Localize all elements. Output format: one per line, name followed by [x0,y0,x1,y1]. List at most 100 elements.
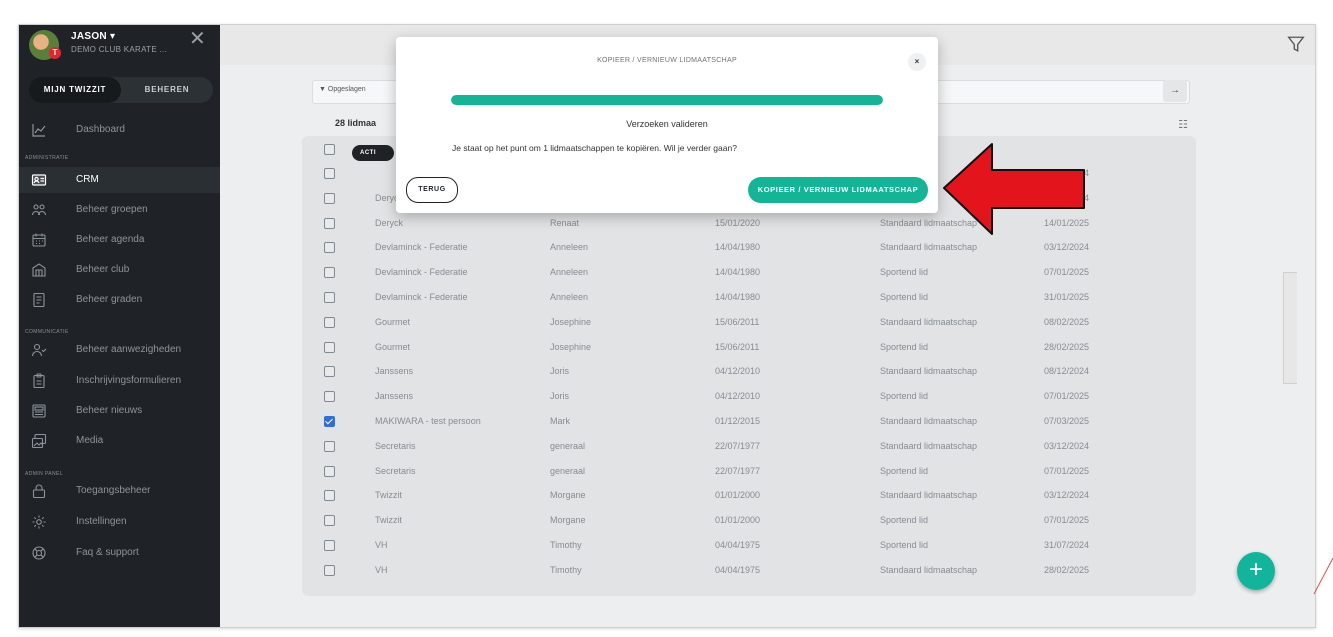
birthdate-cell: 14/04/1980 [715,292,761,302]
tab-mijn-twizzit[interactable]: MIJN TWIZZIT [29,77,121,103]
first-name-cell: Anneleen [550,242,589,253]
table-row[interactable]: Devlaminck - Federatie Anneleen 14/04/1980… [302,260,1196,285]
confirm-question: Je staat op het punt om 1 lidmaatschappe… [452,143,737,153]
row-checkbox[interactable] [324,217,335,229]
first-name-cell: Timothy [550,564,582,575]
close-icon[interactable]: ✕ [189,29,206,49]
row-checkbox[interactable] [324,366,335,378]
membership-type-cell: Sportend lid [880,341,929,352]
table-row[interactable]: VH Timothy 04/04/1975 Standaard lidmaatscha… [302,558,1196,583]
club-name[interactable]: DEMO CLUB KARATE ... [71,45,167,54]
first-name-cell: Joris [550,366,570,377]
images-icon [31,433,47,449]
section-administratie: ADMINISTRATIE [25,155,69,161]
sidebar-item-inschrijvingsformulieren[interactable]: Inschrijvingsformulieren [19,368,220,394]
birthdate-cell: 14/04/1980 [715,242,761,253]
id-card-icon [31,172,47,188]
sidebar-item-beheer-groepen[interactable]: Beheer groepen [19,197,220,223]
row-checkbox[interactable] [324,391,335,403]
end-date-cell: 31/07/2024 [1044,540,1090,550]
table-row[interactable]: Janssens Joris 04/12/2010 Sportend lid 07/01… [302,384,1196,409]
filter-icon[interactable] [1287,35,1305,53]
back-button[interactable]: TERUG [406,177,458,203]
row-checkbox[interactable] [324,316,335,328]
sidebar-item-crm[interactable]: CRM [19,167,220,193]
user-name[interactable]: JASON ▾ [71,31,115,42]
first-name-cell: Timothy [550,540,582,550]
row-checkbox[interactable] [324,267,335,279]
first-name-cell: Morgane [550,515,586,526]
sidebar-item-beheer-agenda[interactable]: Beheer agenda [19,227,220,253]
support-icon [31,545,47,561]
last-name-cell: Gourmet [375,341,411,352]
last-name-cell: Secretaris [375,465,416,476]
birthdate-cell: 01/01/2000 [715,490,761,501]
table-row[interactable]: Janssens Joris 04/12/2010 Standaard lidmaat… [302,359,1196,384]
user-check-icon [31,342,47,358]
row-checkbox[interactable] [324,490,335,502]
row-checkbox[interactable] [324,440,335,452]
table-row[interactable]: Twizzit Morgane 01/01/2000 Standaard lidmaa… [302,483,1196,508]
table-row[interactable]: Secretaris generaal 22/07/1977 Sportend lid… [302,459,1196,484]
row-checkbox[interactable] [324,540,335,551]
first-name-cell: Joris [550,391,570,402]
progress-status: Verzoeken valideren [626,119,708,129]
birthdate-cell: 15/01/2020 [715,217,761,228]
row-checkbox[interactable] [324,292,335,303]
table-row[interactable]: MAKIWARA - test persoon Mark 01/12/2015 Sta… [302,409,1196,434]
table-row[interactable]: Devlaminck - Federatie Anneleen 14/04/1980… [302,285,1196,310]
sidebar-item-beheer-aanwezigheden[interactable]: Beheer aanwezigheden [19,337,220,363]
row-checkbox[interactable] [324,515,335,527]
table-row[interactable]: Gourmet Josephine 15/06/2011 Standaard lidm… [302,310,1196,335]
table-row[interactable]: VH Timothy 04/04/1975 Sportend lid 31/07/202… [302,533,1196,558]
sidebar-item-dashboard[interactable]: Dashboard [19,117,220,143]
membership-type-cell: Standaard lidmaatschap [880,366,978,377]
first-name-cell: generaal [550,465,586,476]
actions-button[interactable]: ACTI [352,145,394,161]
row-checkbox[interactable] [324,465,335,477]
row-checkbox[interactable] [324,242,335,254]
add-button[interactable]: + [1237,552,1275,590]
membership-type-cell: Standaard lidmaatschap [880,490,978,501]
clipboard-icon [31,373,47,389]
avatar-badge: T [49,47,61,59]
sidebar-item-beheer-graden[interactable]: Beheer graden [19,287,220,313]
sidebar-item-label: Media [76,435,104,446]
table-row[interactable]: Secretaris generaal 22/07/1977 Standaard li… [302,434,1196,459]
row-checkbox[interactable] [324,564,335,576]
tab-beheren[interactable]: BEHEREN [121,77,213,103]
row-checkbox[interactable] [324,192,335,204]
row-checkbox[interactable] [324,168,335,179]
sidebar-item-beheer-nieuws[interactable]: Beheer nieuws [19,398,220,424]
membership-type-cell: Standaard lidmaatschap [880,416,978,426]
table-row[interactable]: Twizzit Morgane 01/01/2000 Sportend lid 07/0… [302,508,1196,533]
sidebar-header: T JASON ▾ DEMO CLUB KARATE ... ✕ [19,25,220,65]
end-date-cell: 07/01/2025 [1044,391,1090,402]
table-row[interactable]: Gourmet Josephine 15/06/2011 Sportend lid 28… [302,335,1196,360]
decorative-line [1313,557,1333,595]
row-checkbox[interactable] [324,416,335,427]
select-all-checkbox[interactable] [324,144,335,155]
membership-type-cell: Standaard lidmaatschap [880,316,978,327]
first-name-cell: Mark [550,416,570,426]
section-admin-panel: ADMIN PANEL [25,471,63,477]
membership-type-cell: Sportend lid [880,465,929,476]
apply-arrow-button[interactable]: → [1163,80,1187,102]
close-icon[interactable]: × [908,53,926,71]
sidebar-item-faq-support[interactable]: Faq & support [19,540,220,566]
sidebar-item-media[interactable]: Media [19,428,220,454]
progress-bar [451,95,883,105]
last-name-cell: MAKIWARA - test persoon [375,416,481,426]
lock-icon [31,483,47,499]
first-name-cell: Renaat [550,217,580,228]
sidebar-item-beheer-club[interactable]: Beheer club [19,257,220,283]
copy-renew-membership-button[interactable]: KOPIEER / VERNIEUW LIDMAATSCHAP [748,177,928,203]
row-checkbox[interactable] [324,341,335,353]
side-feedback-tab[interactable] [1283,272,1297,384]
sidebar-item-instellingen[interactable]: Instellingen [19,509,220,535]
sidebar-item-toegangsbeheer[interactable]: Toegangsbeheer [19,478,220,504]
progress-fill [451,95,883,105]
last-name-cell: Twizzit [375,515,402,526]
membership-count: 28 lidmaa [335,118,377,128]
columns-icon[interactable]: ☷ [1178,118,1188,131]
